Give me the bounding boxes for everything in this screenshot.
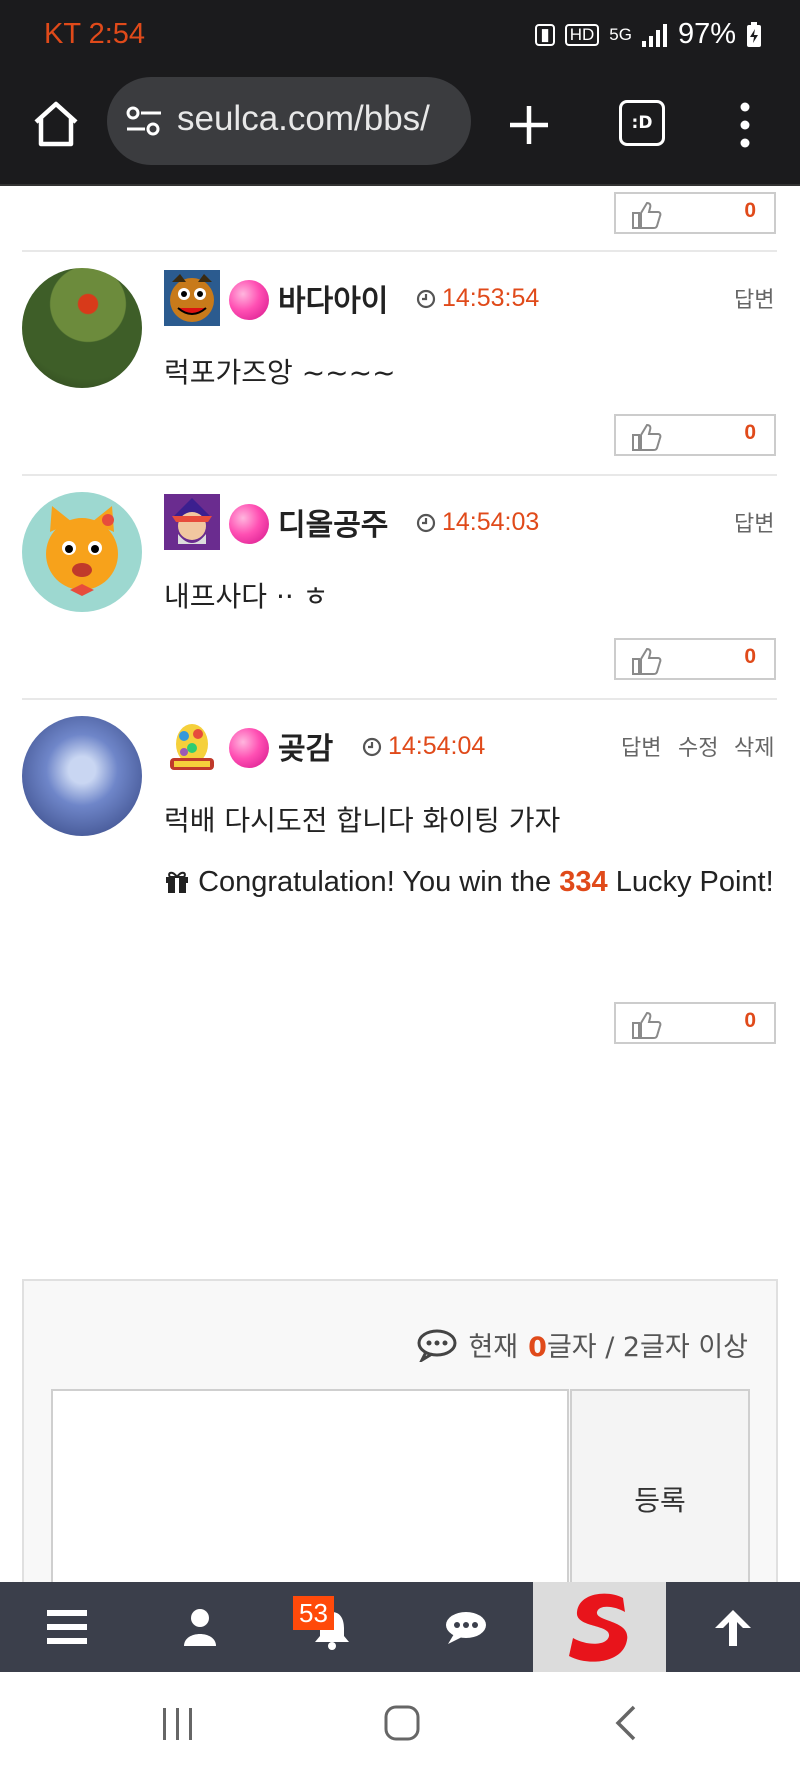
submit-button[interactable]: 등록 xyxy=(570,1389,750,1613)
char-count: 0 xyxy=(528,1332,547,1363)
grade-ball-icon xyxy=(229,504,269,544)
recent-apps-icon[interactable] xyxy=(160,1706,196,1742)
new-tab-icon[interactable] xyxy=(504,100,554,150)
home-icon[interactable] xyxy=(28,96,84,152)
like-button[interactable]: 0 xyxy=(614,638,776,680)
lucky-prefix: Congratulation! You win the xyxy=(198,866,552,898)
avatar[interactable] xyxy=(22,268,142,388)
divider xyxy=(22,474,777,476)
home-button-icon[interactable] xyxy=(383,1704,421,1742)
network-label: 5G xyxy=(609,24,632,44)
battery-charging-icon xyxy=(747,21,761,47)
like-count: 0 xyxy=(744,645,756,668)
bottom-nav: 53 xyxy=(0,1582,800,1672)
battery-saver-icon: ▮ xyxy=(535,23,555,46)
nickname[interactable]: 바다아이 xyxy=(278,276,388,320)
lucky-point-message: Congratulation! You win the 334 Lucky Po… xyxy=(164,858,776,907)
tab-switcher-button[interactable]: :D xyxy=(619,100,665,146)
edit-link[interactable]: 수정 xyxy=(678,730,718,762)
lucky-suffix: Lucky Point! xyxy=(615,866,774,898)
comment-text: 내프사다 ·· ㅎ xyxy=(164,580,329,613)
comment-time: 14:53:54 xyxy=(442,284,540,312)
reply-link[interactable]: 답변 xyxy=(621,730,661,762)
delete-link[interactable]: 삭제 xyxy=(734,730,774,762)
system-navigation-bar xyxy=(0,1672,800,1778)
status-bar: KT 2:54 ▮ HD 5G 97% xyxy=(0,0,800,72)
thumbs-up-icon xyxy=(632,647,662,675)
battery-percent: 97% xyxy=(677,18,736,50)
avatar[interactable] xyxy=(22,716,142,836)
chat-bubbles-icon xyxy=(417,1329,457,1362)
like-button[interactable]: 0 xyxy=(614,1002,776,1044)
divider xyxy=(22,250,777,252)
level-badge-icon xyxy=(164,494,220,550)
grade-ball-icon xyxy=(229,280,269,320)
s-logo-icon xyxy=(569,1593,628,1662)
chat-button[interactable] xyxy=(399,1582,532,1672)
nickname[interactable]: 디올공주 xyxy=(278,500,388,544)
status-icons: ▮ HD 5G 97% xyxy=(535,18,762,51)
char-counter: 현재 0글자 / 2글자 이상 xyxy=(416,1325,748,1364)
char-limit-text: 글자 / 2글자 이상 xyxy=(546,1332,748,1363)
nickname[interactable]: 곶감 xyxy=(278,724,333,768)
signal-icon xyxy=(641,23,667,47)
thumbs-up-icon xyxy=(632,201,662,229)
reply-link[interactable]: 답변 xyxy=(734,506,774,538)
gift-icon xyxy=(166,871,188,893)
status-time: KT 2:54 xyxy=(44,18,146,50)
level-badge-icon xyxy=(164,270,220,326)
thumbs-up-icon xyxy=(632,423,662,451)
like-button[interactable]: 0 xyxy=(614,192,776,234)
comment-text: 럭배 다시도전 합니다 화이팅 가자 xyxy=(164,804,561,837)
site-settings-icon[interactable] xyxy=(125,103,163,139)
more-menu-icon[interactable] xyxy=(735,100,755,150)
like-count: 0 xyxy=(744,421,756,444)
cat-illustration xyxy=(46,506,118,596)
clock-icon xyxy=(416,289,436,309)
browser-toolbar: seulca.com/bbs/ :D xyxy=(0,72,800,186)
grade-ball-icon xyxy=(229,728,269,768)
chat-icon xyxy=(446,1612,486,1644)
avatar[interactable] xyxy=(22,492,142,612)
back-icon[interactable] xyxy=(612,1704,640,1742)
hamburger-icon xyxy=(47,1610,87,1644)
clock-icon xyxy=(416,513,436,533)
hd-icon: HD xyxy=(564,23,600,46)
clock-icon xyxy=(362,737,382,757)
reply-link[interactable]: 답변 xyxy=(734,282,774,314)
menu-button[interactable] xyxy=(0,1582,133,1672)
comment-text: 럭포가즈앙 ~~~~ xyxy=(164,356,396,389)
divider xyxy=(22,698,777,700)
current-label: 현재 xyxy=(468,1332,519,1363)
like-count: 0 xyxy=(744,199,756,222)
level-badge-icon xyxy=(170,724,214,770)
scroll-top-button[interactable] xyxy=(666,1582,799,1672)
comment-time: 14:54:04 xyxy=(388,732,486,760)
site-logo-button[interactable] xyxy=(533,1582,666,1672)
comment-time: 14:54:03 xyxy=(442,508,540,536)
profile-button[interactable] xyxy=(133,1582,266,1672)
address-bar[interactable]: seulca.com/bbs/ xyxy=(107,77,471,165)
arrow-up-icon xyxy=(715,1610,751,1646)
notification-badge: 53 xyxy=(293,1596,334,1630)
thumbs-up-icon xyxy=(632,1011,662,1039)
user-icon xyxy=(184,1609,216,1646)
url-text[interactable]: seulca.com/bbs/ xyxy=(177,99,467,139)
lucky-points: 334 xyxy=(559,866,608,898)
like-count: 0 xyxy=(744,1009,756,1032)
comment-textarea[interactable] xyxy=(51,1389,569,1613)
like-button[interactable]: 0 xyxy=(614,414,776,456)
